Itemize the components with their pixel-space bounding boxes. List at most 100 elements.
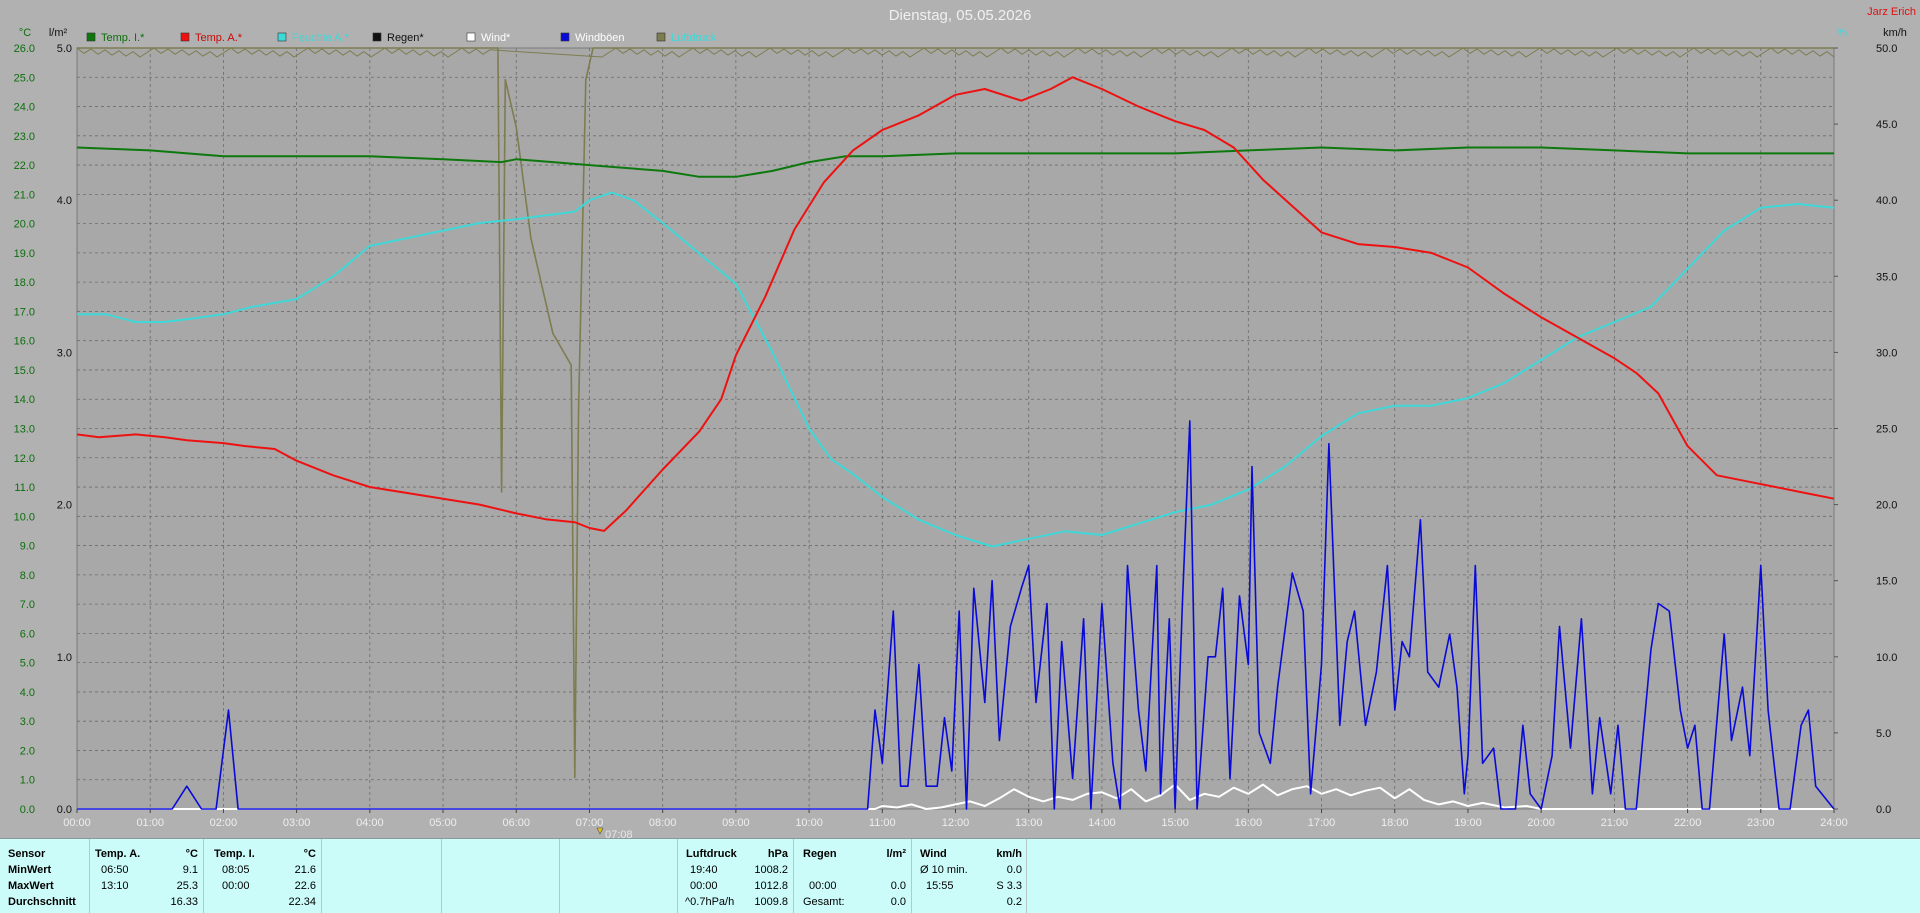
stats-col-wind: Wind km/h Ø 10 min. 0.0 15:55 S 3.3 0.2 xyxy=(911,839,1027,913)
temp-inside-max-value: 22.6 xyxy=(294,880,316,892)
x-tick-label: 08:00 xyxy=(649,817,677,829)
legend-label: Feuchte A.* xyxy=(292,32,350,44)
stats-col-empty-2 xyxy=(441,839,560,913)
temperature-tick-label: 26.0 xyxy=(14,43,35,55)
temperature-tick-label: 23.0 xyxy=(14,131,35,143)
temperature-tick-label: 10.0 xyxy=(14,511,35,523)
temp-inside-header: Temp. I. xyxy=(214,848,255,860)
rain-tick-label: 1.0 xyxy=(57,652,72,664)
temperature-tick-label: 7.0 xyxy=(20,599,35,611)
temperature-tick-label: 8.0 xyxy=(20,570,35,582)
legend-swatch xyxy=(180,32,190,42)
stats-row-avg: Durchschnitt xyxy=(8,896,76,908)
x-tick-label: 24:00 xyxy=(1820,817,1848,829)
wind-max-value: S 3.3 xyxy=(996,880,1022,892)
x-tick-label: 05:00 xyxy=(429,817,457,829)
temperature-tick-label: 14.0 xyxy=(14,394,35,406)
legend-label: Wind* xyxy=(481,32,511,44)
time-marker: 07:08 xyxy=(596,827,633,838)
x-tick-label: 01:00 xyxy=(136,817,164,829)
temp-outside-header: Temp. A. xyxy=(95,848,141,860)
x-tick-label: 04:00 xyxy=(356,817,384,829)
rain-max-value: 0.0 xyxy=(890,880,906,892)
x-tick-label: 07:00 xyxy=(576,817,604,829)
wind-tick-label: 25.0 xyxy=(1876,424,1897,436)
x-tick-label: 17:00 xyxy=(1308,817,1336,829)
x-tick-label: 12:00 xyxy=(942,817,970,829)
temperature-tick-label: 16.0 xyxy=(14,336,35,348)
x-tick-label: 13:00 xyxy=(1015,817,1043,829)
time-marker-icon xyxy=(596,827,604,835)
stats-panel: Sensor MinWert MaxWert Durchschnitt Temp… xyxy=(0,838,1920,913)
x-tick-label: 11:00 xyxy=(869,817,896,829)
x-tick-label: 09:00 xyxy=(722,817,750,829)
temperature-tick-label: 18.0 xyxy=(14,277,35,289)
stats-col-sensor: Sensor MinWert MaxWert Durchschnitt xyxy=(0,839,89,913)
x-tick-label: 18:00 xyxy=(1381,817,1409,829)
temperature-unit-label: °C xyxy=(19,27,31,39)
author-label: Jarz Erich xyxy=(1867,6,1916,18)
x-tick-label: 23:00 xyxy=(1747,817,1775,829)
stats-col-empty-1 xyxy=(321,839,442,913)
temperature-tick-label: 0.0 xyxy=(20,804,35,816)
wind-unit: km/h xyxy=(996,848,1022,860)
rain-header: Regen xyxy=(803,848,837,860)
pressure-trend-label: ^0.7hPa/h xyxy=(685,896,735,908)
wind-tick-label: 15.0 xyxy=(1876,576,1897,588)
legend-swatch xyxy=(277,32,287,42)
pressure-avg-value: 1009.8 xyxy=(754,896,788,908)
temperature-tick-label: 21.0 xyxy=(14,189,35,201)
temperature-tick-label: 3.0 xyxy=(20,716,35,728)
stats-col-temp-inside: Temp. I. °C 08:05 21.6 00:00 22.6 22.34 xyxy=(203,839,322,913)
temperature-tick-label: 4.0 xyxy=(20,687,35,699)
wind-avg-value: 0.2 xyxy=(1006,896,1022,908)
wind-tick-label: 35.0 xyxy=(1876,271,1897,283)
temperature-tick-label: 20.0 xyxy=(14,219,35,231)
temperature-tick-label: 5.0 xyxy=(20,658,35,670)
wind-tick-label: 45.0 xyxy=(1876,119,1897,131)
stats-row-min: MinWert xyxy=(8,864,52,876)
x-tick-label: 00:00 xyxy=(63,817,91,829)
x-tick-label: 10:00 xyxy=(795,817,823,829)
temp-inside-min-value: 21.6 xyxy=(294,864,316,876)
wind-tick-label: 30.0 xyxy=(1876,347,1897,359)
wind-tick-label: 40.0 xyxy=(1876,195,1897,207)
stats-sensor-header: Sensor xyxy=(8,848,46,860)
legend-swatch xyxy=(86,32,96,42)
temp-outside-min-value: 9.1 xyxy=(182,864,198,876)
temperature-tick-label: 12.0 xyxy=(14,453,35,465)
legend-label: Regen* xyxy=(387,32,424,44)
legend-label: Luftdruck xyxy=(671,32,717,44)
temp-outside-unit: °C xyxy=(185,848,198,860)
temp-outside-max-value: 25.3 xyxy=(176,880,198,892)
temp-outside-avg-value: 16.33 xyxy=(170,896,198,908)
wind-max-time: 15:55 xyxy=(926,880,954,892)
wind-tick-label: 0.0 xyxy=(1876,804,1891,816)
x-tick-label: 22:00 xyxy=(1674,817,1702,829)
chart-title: Dienstag, 05.05.2026 xyxy=(889,7,1032,24)
temp-inside-max-time: 00:00 xyxy=(222,880,250,892)
x-tick-label: 19:00 xyxy=(1454,817,1482,829)
rain-total-value: 0.0 xyxy=(890,896,906,908)
temperature-tick-label: 15.0 xyxy=(14,365,35,377)
rain-total-label: Gesamt: xyxy=(803,896,845,908)
weather-chart: 00:00 01:00 02:00 03:00 04:00 05:00 06:00 07:00… xyxy=(14,6,1916,838)
legend-swatch xyxy=(560,32,570,42)
x-tick-label: 14:00 xyxy=(1088,817,1116,829)
stats-col-empty-3 xyxy=(559,839,678,913)
x-tick-label: 15:00 xyxy=(1161,817,1189,829)
wind-tick-label: 5.0 xyxy=(1876,728,1891,740)
temperature-tick-label: 22.0 xyxy=(14,160,35,172)
rain-unit-label: l/m² xyxy=(49,27,68,39)
humidity-unit-label: % xyxy=(1837,27,1847,39)
legend-swatch xyxy=(656,32,666,42)
temperature-tick-label: 1.0 xyxy=(20,775,35,787)
temperature-tick-label: 13.0 xyxy=(14,424,35,436)
stats-row-max: MaxWert xyxy=(8,880,54,892)
rain-tick-label: 2.0 xyxy=(57,500,72,512)
temperature-tick-label: 9.0 xyxy=(20,541,35,553)
wind-unit-label: km/h xyxy=(1883,27,1907,39)
rain-unit: l/m² xyxy=(886,848,906,860)
stats-col-rain: Regen l/m² 00:00 0.0 Gesamt: 0.0 xyxy=(793,839,912,913)
temperature-tick-label: 17.0 xyxy=(14,306,35,318)
